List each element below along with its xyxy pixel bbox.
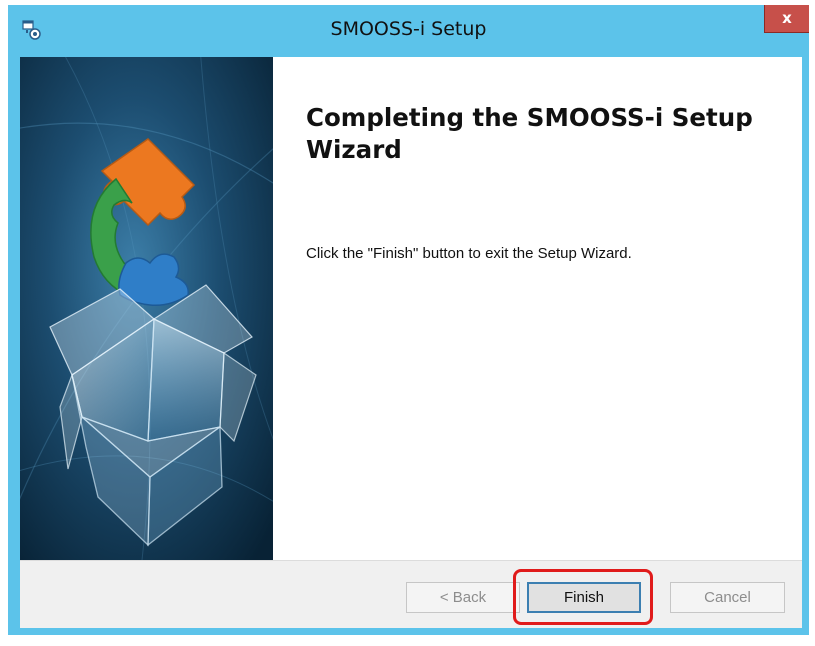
cancel-button[interactable]: Cancel	[670, 582, 785, 613]
window-title: SMOOSS-i Setup	[330, 18, 487, 40]
instruction-text: Click the "Finish" button to exit the Se…	[306, 245, 632, 262]
wizard-client-area: Completing the SMOOSS-i Setup Wizard Cli…	[20, 57, 802, 628]
page-title: Completing the SMOOSS-i Setup Wizard	[306, 103, 753, 164]
puzzle-box-graphic	[20, 57, 273, 560]
button-bar: < Back Finish Cancel	[20, 560, 802, 628]
wizard-banner	[20, 57, 273, 560]
wizard-content: Completing the SMOOSS-i Setup Wizard Cli…	[273, 57, 802, 560]
setup-window: SMOOSS-i Setup x Completing the SMOOSS-i…	[8, 5, 809, 635]
back-button[interactable]: < Back	[406, 582, 520, 613]
close-button[interactable]: x	[764, 5, 809, 33]
finish-highlight-annotation	[513, 569, 653, 625]
title-bar: SMOOSS-i Setup x	[8, 5, 809, 55]
